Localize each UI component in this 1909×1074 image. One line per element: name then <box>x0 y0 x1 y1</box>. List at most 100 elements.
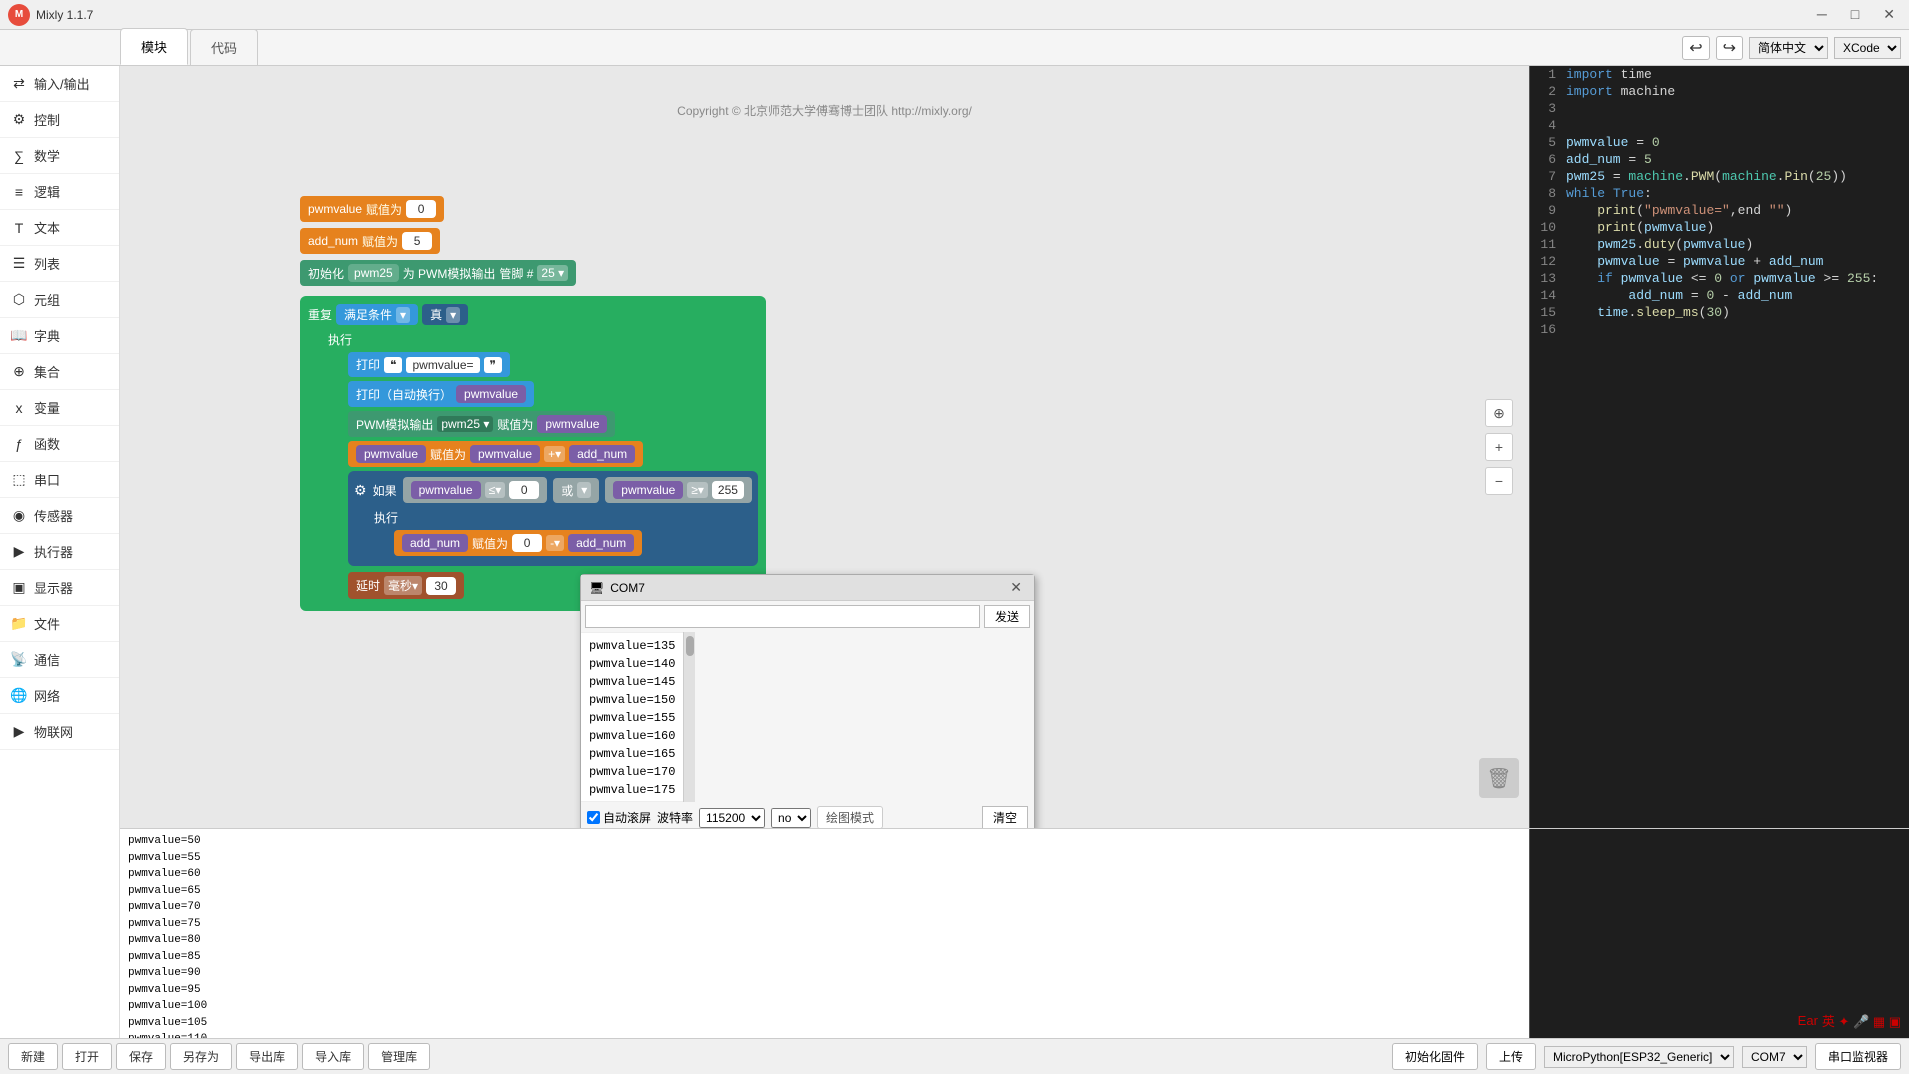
minimize-btn[interactable]: ─ <box>1811 4 1833 25</box>
maximize-btn[interactable]: □ <box>1845 4 1865 25</box>
port-select[interactable]: COM7 <box>1742 1046 1807 1068</box>
sidebar-item-logic[interactable]: ≡ 逻辑 <box>0 174 119 210</box>
serial-clear-btn[interactable]: 清空 <box>982 806 1028 828</box>
block-print-auto[interactable]: 打印（自动换行） pwmvalue <box>348 381 534 407</box>
code-panel-bottom <box>1529 829 1909 1038</box>
sidebar-item-control[interactable]: ⚙ 控制 <box>0 102 119 138</box>
board-select[interactable]: MicroPython[ESP32_Generic] <box>1544 1046 1734 1068</box>
block-addnum[interactable]: add_num 赋值为 5 <box>300 228 440 254</box>
sidebar-item-net[interactable]: 🌐 网络 <box>0 678 119 714</box>
block-print-str[interactable]: 打印 ❝ pwmvalue= ❞ <box>348 352 510 377</box>
console-line: pwmvalue=95 <box>128 982 1521 999</box>
serial-send-input[interactable] <box>585 605 980 628</box>
auto-scroll-checkbox[interactable] <box>587 811 600 824</box>
sidebar-item-set[interactable]: ⊕ 集合 <box>0 354 119 390</box>
serial-icon: ⬚ <box>10 471 28 489</box>
tab-code[interactable]: 代码 <box>190 29 258 65</box>
sidebar-item-comm[interactable]: 📡 通信 <box>0 642 119 678</box>
sidebar-item-text[interactable]: T 文本 <box>0 210 119 246</box>
block-pwm-output[interactable]: PWM模拟输出 pwm25 ▾ 赋值为 pwmvalue <box>348 411 615 437</box>
save-as-btn[interactable]: 另存为 <box>170 1043 232 1070</box>
block-canvas[interactable]: Copyright © 北京师范大学傅骞博士团队 http://mixly.or… <box>120 66 1529 828</box>
console-line: pwmvalue=55 <box>128 850 1521 867</box>
save-btn[interactable]: 保存 <box>116 1043 166 1070</box>
block-lte[interactable]: pwmvalue ≤▾ 0 <box>403 477 548 503</box>
block-init-pwm: 初始化 pwm25 为 PWM模拟输出 管脚 # 25 ▾ <box>300 260 766 286</box>
block-or[interactable]: 或 ▾ <box>553 478 599 503</box>
tab-blocks[interactable]: 模块 <box>120 28 188 65</box>
block-gte[interactable]: pwmvalue ≥▾ 255 <box>605 477 752 503</box>
sidebar-item-dict[interactable]: 📖 字典 <box>0 318 119 354</box>
code-line-4: 4 <box>1530 117 1909 134</box>
upload-btn[interactable]: 上传 <box>1486 1043 1536 1070</box>
undo-btn[interactable]: ↩ <box>1682 36 1709 60</box>
sidebar-item-func[interactable]: ƒ 函数 <box>0 426 119 462</box>
block-if-outer[interactable]: ⚙ 如果 pwmvalue ≤▾ 0 <box>348 471 758 566</box>
list-icon: ☰ <box>10 255 28 273</box>
export-btn[interactable]: 导出库 <box>236 1043 298 1070</box>
sidebar-item-list[interactable]: ☰ 列表 <box>0 246 119 282</box>
brand-icons: 英 ✦ 🎤 ▦ ▣ <box>1822 1011 1901 1030</box>
serial-dialog-bottom: 自动滚屏 波特率 115200 no 绘图模式 清空 <box>581 802 1034 828</box>
code-line-14: 14 add_num = 0 - add_num <box>1530 287 1909 304</box>
sidebar-item-io[interactable]: ⇄ 输入/输出 <box>0 66 119 102</box>
block-pwmvalue-var[interactable]: pwmvalue <box>456 385 526 403</box>
code-line-11: 11 pwm25.duty(pwmvalue) <box>1530 236 1909 253</box>
line-code-13: if pwmvalue <= 0 or pwmvalue >= 255: <box>1566 271 1909 286</box>
dict-icon: 📖 <box>10 327 28 345</box>
block-delay-ms[interactable]: 延时 毫秒▾ 30 <box>348 572 464 599</box>
sidebar-item-sensor[interactable]: ◉ 传感器 <box>0 498 119 534</box>
console-line: pwmvalue=60 <box>128 866 1521 883</box>
code-panel: 1import time2import machine345pwmvalue =… <box>1529 66 1909 828</box>
var-icon: x <box>10 399 28 417</box>
block-pwmvalue[interactable]: pwmvalue 赋值为 0 <box>300 196 444 222</box>
sidebar-item-var[interactable]: x 变量 <box>0 390 119 426</box>
console-line: pwmvalue=65 <box>128 883 1521 900</box>
console-line: pwmvalue=100 <box>128 998 1521 1015</box>
sidebar-item-display[interactable]: ▣ 显示器 <box>0 570 119 606</box>
block-condition[interactable]: 满足条件 ▾ <box>336 304 418 325</box>
code-line-6: 6add_num = 5 <box>1530 151 1909 168</box>
sidebar-label-set: 集合 <box>34 362 60 381</box>
sidebar-item-module[interactable]: ⬡ 元组 <box>0 282 119 318</box>
sidebar-item-serial[interactable]: ⬚ 串口 <box>0 462 119 498</box>
baud-select[interactable]: 115200 <box>699 808 765 828</box>
serial-close-btn[interactable]: ✕ <box>1006 579 1026 596</box>
close-btn[interactable]: ✕ <box>1877 4 1901 25</box>
trash-icon[interactable]: 🗑 <box>1479 758 1519 798</box>
block-assign-pwmvalue[interactable]: pwmvalue 赋值为 pwmvalue +▾ add_num <box>348 441 643 467</box>
sidebar-label-dict: 字典 <box>34 326 60 345</box>
block-repeat-outer[interactable]: 重复 满足条件 ▾ 真 ▾ 执行 <box>300 296 766 611</box>
redo-btn[interactable]: ↪ <box>1716 36 1743 60</box>
line-code-8: while True: <box>1566 186 1909 201</box>
net-icon: 🌐 <box>10 687 28 705</box>
brand-text: Ear <box>1798 1013 1818 1028</box>
serial-scrollbar[interactable] <box>683 632 695 802</box>
line-number-4: 4 <box>1530 118 1566 133</box>
block-assign-addnum[interactable]: add_num 赋值为 0 -▾ add_num <box>394 530 642 556</box>
init-btn[interactable]: 初始化固件 <box>1392 1043 1478 1070</box>
manage-btn[interactable]: 管理库 <box>368 1043 430 1070</box>
block-true[interactable]: 真 ▾ <box>422 304 468 325</box>
sidebar-item-file[interactable]: 📁 文件 <box>0 606 119 642</box>
sidebar-item-exec[interactable]: ▶ 执行器 <box>0 534 119 570</box>
sidebar-item-iot[interactable]: ▶ 物联网 <box>0 714 119 750</box>
code-line-1: 1import time <box>1530 66 1909 83</box>
open-btn[interactable]: 打开 <box>62 1043 112 1070</box>
language-select[interactable]: 简体中文 <box>1749 37 1828 59</box>
block-init[interactable]: 初始化 pwm25 为 PWM模拟输出 管脚 # 25 ▾ <box>300 260 576 286</box>
line-code-14: add_num = 0 - add_num <box>1566 288 1909 303</box>
sidebar-label-logic: 逻辑 <box>34 182 60 201</box>
serial-send-btn[interactable]: 发送 <box>984 605 1030 628</box>
sidebar-item-math[interactable]: ∑ 数学 <box>0 138 119 174</box>
editor-select[interactable]: XCode <box>1834 37 1901 59</box>
draw-mode-btn[interactable]: 绘图模式 <box>817 806 883 828</box>
serial-monitor-btn[interactable]: 串口监视器 <box>1815 1043 1901 1070</box>
no-select[interactable]: no <box>771 808 811 828</box>
crosshair-btn[interactable]: ⊕ <box>1485 399 1513 427</box>
line-code-12: pwmvalue = pwmvalue + add_num <box>1566 254 1909 269</box>
zoom-in-btn[interactable]: + <box>1485 433 1513 461</box>
zoom-out-btn[interactable]: − <box>1485 467 1513 495</box>
new-btn[interactable]: 新建 <box>8 1043 58 1070</box>
import-btn[interactable]: 导入库 <box>302 1043 364 1070</box>
